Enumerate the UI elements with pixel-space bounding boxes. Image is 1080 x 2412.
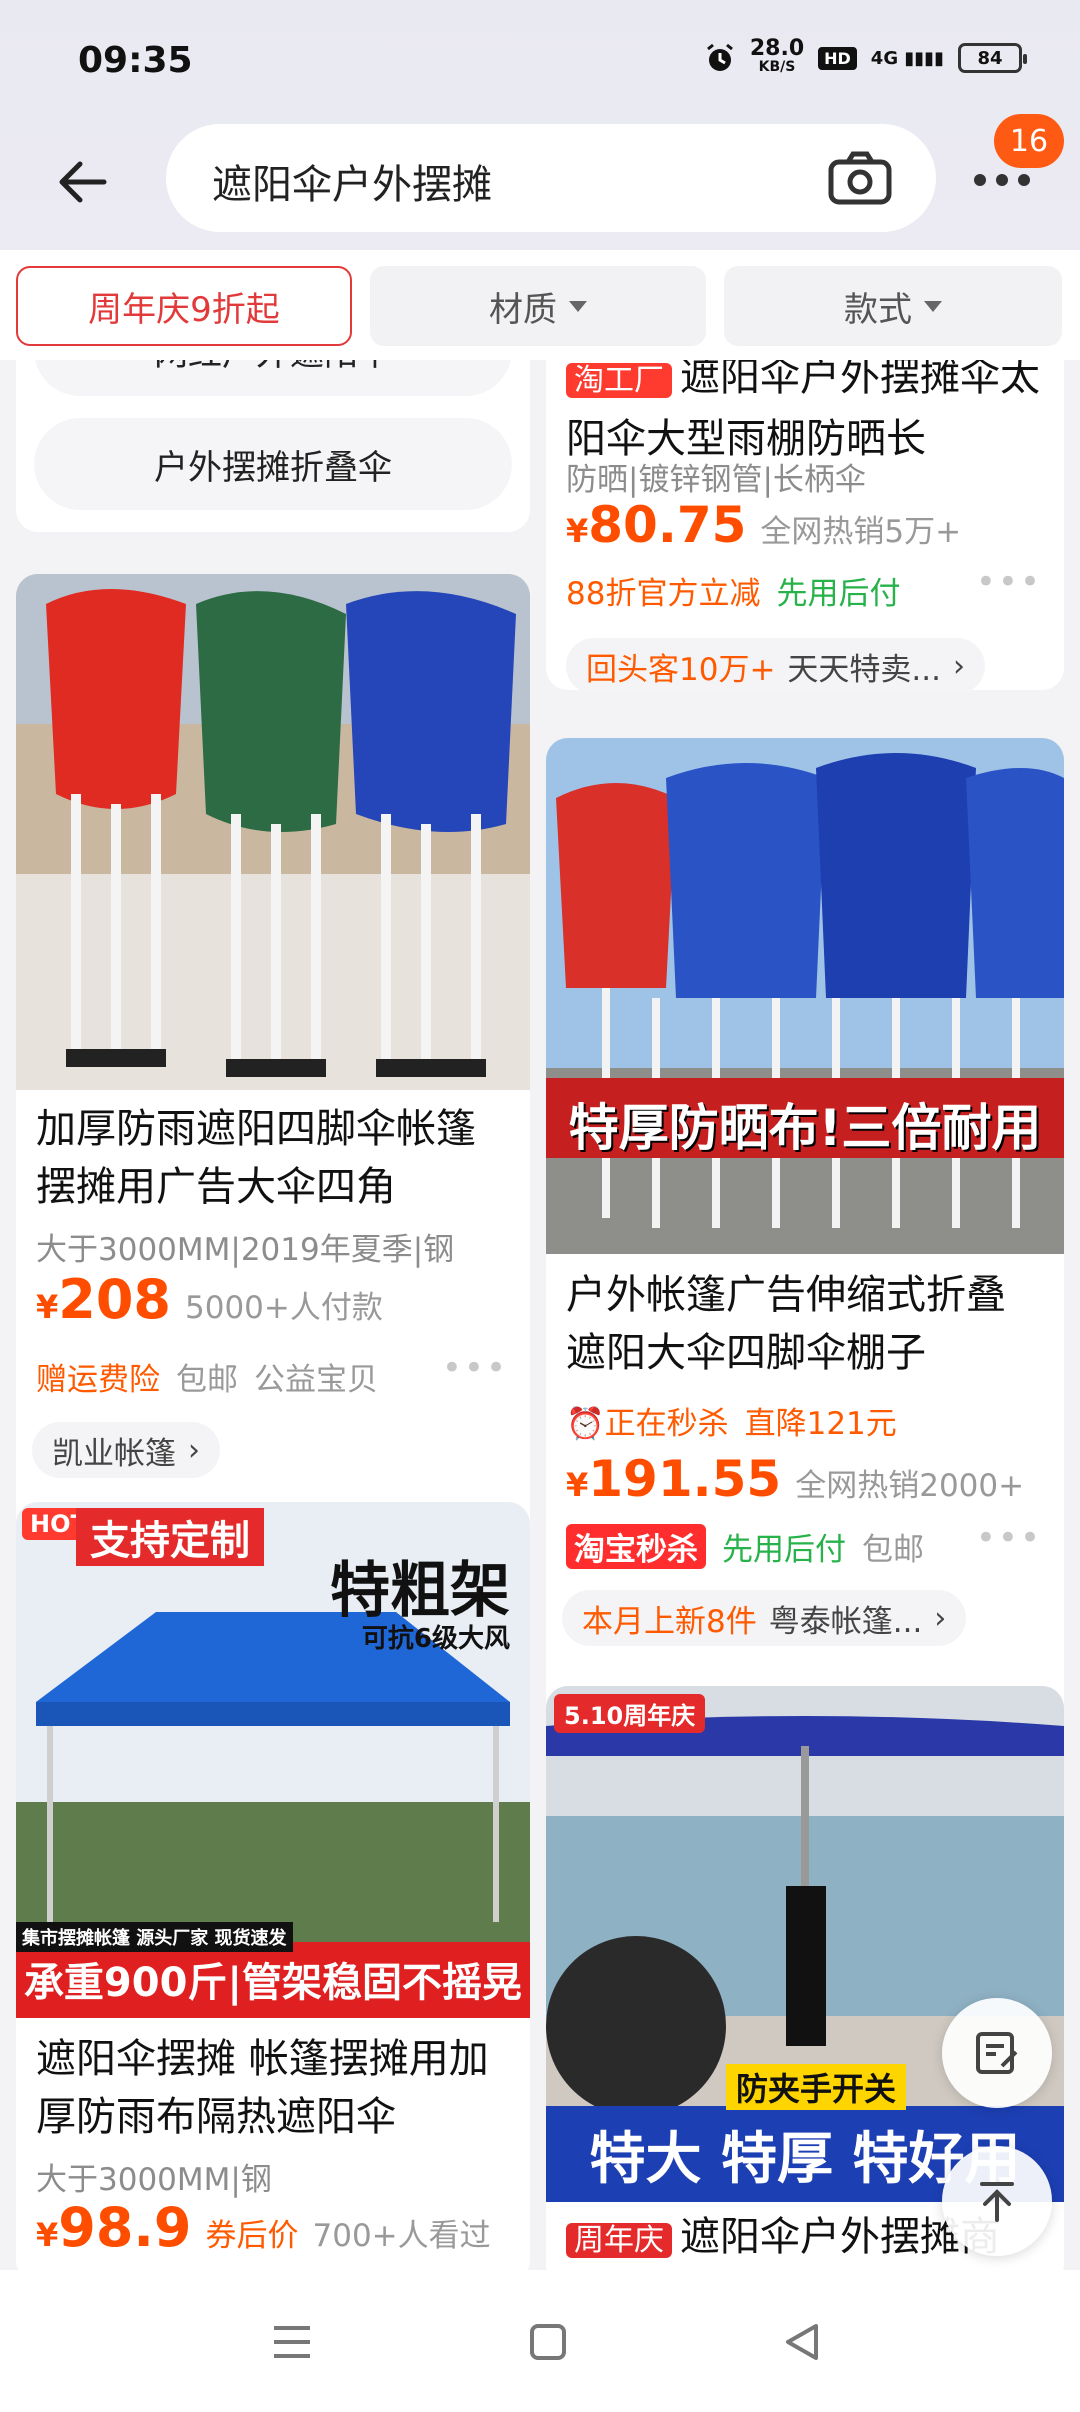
product-feed[interactable]: 网红户外遮阳伞 户外摆摊折叠伞 淘工厂遮阳伞户外摆摊伞太阳伞大型雨棚防晒长 防晒… <box>0 360 1080 2270</box>
price: ¥80.75 <box>566 496 747 554</box>
more-options-icon[interactable]: ••• <box>976 562 1042 602</box>
product-attributes: 防晒|镀锌钢管|长柄伞 <box>566 462 866 498</box>
product-title: 户外帐篷广告伸缩式折叠遮阳大伞四脚伞棚子 <box>566 1272 1006 1376</box>
status-icons: 28.0 KB/S HD 4G ▮▮▮▮ 84 <box>704 36 1027 76</box>
sales-count: 全网热销2000+ <box>795 1468 1025 1504</box>
filter-chip-style[interactable]: 款式 <box>724 266 1062 346</box>
shop-link[interactable]: 回头客10万+ 天天特卖... › <box>566 638 985 694</box>
camera-icon[interactable] <box>828 150 892 206</box>
chevron-right-icon: › <box>952 648 965 684</box>
suggestion-item[interactable]: 户外摆摊折叠伞 <box>34 418 512 510</box>
chevron-right-icon: › <box>188 1432 200 1468</box>
flash-sale-tag: 淘宝秒杀 <box>566 1524 706 1569</box>
image-banner: 特厚防晒布!三倍耐用 <box>568 1099 1042 1157</box>
flash-sale-row: ⏰正在秒杀 直降121元 <box>566 1398 1048 1443</box>
image-banner: 承重900斤|管架稳固不摇晃 <box>23 1960 523 2006</box>
sales-count: 5000+人付款 <box>185 1290 383 1326</box>
suggestion-card: 网红户外遮阳伞 户外摆摊折叠伞 <box>16 360 530 532</box>
caret-down-icon <box>924 300 942 312</box>
back-to-top-button[interactable] <box>942 2146 1052 2256</box>
signal-icon: 4G ▮▮▮▮ <box>870 47 944 69</box>
system-nav-bar <box>0 2270 1080 2412</box>
canopy-red <box>46 589 186 809</box>
coupon-label: 券后价 <box>205 2218 299 2254</box>
caret-down-icon <box>569 300 587 312</box>
back-triangle-icon <box>786 2324 818 2360</box>
sales-count: 全网热销5万+ <box>760 514 962 550</box>
view-count: 700+人看过 <box>312 2218 491 2254</box>
edit-note-icon <box>976 2032 1018 2074</box>
price-row: ¥98.9 券后价 700+人看过 <box>36 2196 514 2259</box>
filter-chip-material[interactable]: 材质 <box>370 266 706 346</box>
menu-button[interactable] <box>260 2310 324 2374</box>
filter-bar: 周年庆9折起 材质 款式 <box>0 250 1080 360</box>
search-input[interactable]: 遮阳伞户外摆摊 <box>166 124 936 232</box>
product-title: 淘工厂 遮阳伞户外摆摊伞太阳伞大型雨棚防晒长 <box>566 360 1040 462</box>
more-options-icon[interactable]: ••• <box>976 1518 1042 1558</box>
product-card[interactable]: 加厚防雨遮阳四脚伞帐篷摆摊用广告大伞四角 大于3000MM|2019年夏季|钢 … <box>16 574 530 1574</box>
image-headline: 特粗架 <box>330 1556 510 1626</box>
chevron-right-icon: › <box>934 1600 947 1636</box>
price: ¥98.9 <box>36 2196 192 2259</box>
notification-badge: 16 <box>994 114 1064 168</box>
product-title: 遮阳伞摆摊 帐篷摆摊用加厚防雨布隔热遮阳伞 <box>36 2036 489 2140</box>
home-square-icon <box>530 2324 566 2360</box>
title-tag: 周年庆 <box>566 2223 672 2258</box>
battery-icon: 84 <box>958 43 1027 73</box>
alarm-icon <box>706 43 733 71</box>
anniversary-corner: 5.10周年庆 <box>554 1694 706 1733</box>
back-button[interactable] <box>50 150 114 214</box>
price-row: ¥191.55 全网热销2000+ <box>566 1450 1048 1508</box>
product-image: 5.10周年庆 防夹手开关 特大 特厚 特好用 <box>546 1686 1064 2202</box>
status-time: 09:35 <box>78 40 193 81</box>
price-row: ¥208 5000+人付款 <box>36 1268 514 1331</box>
image-strip: 集市摆摊帐篷 源头厂家 现货速发 <box>16 1922 293 1952</box>
feedback-button[interactable] <box>942 1998 1052 2108</box>
alarm-clock-icon: ⏰正在秒杀 <box>566 1406 729 1442</box>
product-title: 加厚防雨遮阳四脚伞帐篷摆摊用广告大伞四角 <box>36 1106 476 1210</box>
back-nav-button[interactable] <box>770 2310 834 2374</box>
image-subheadline: 可抗6级大风 <box>361 1624 510 1654</box>
price: ¥208 <box>36 1268 171 1331</box>
shop-link[interactable]: 凯业帐篷 › <box>32 1422 220 1478</box>
suggestion-item[interactable]: 网红户外遮阳伞 <box>34 360 512 396</box>
back-arrow-icon <box>59 161 107 203</box>
product-image: 特厚防晒布!三倍耐用 <box>546 738 1064 1254</box>
product-image: HOT 支持定制 特粗架 可抗6级大风 集市摆摊帐篷 源头厂家 现货速发 承重9… <box>16 1502 530 2018</box>
home-button[interactable] <box>516 2310 580 2374</box>
price: ¥191.55 <box>566 1450 782 1508</box>
top-bar: 09:35 28.0 KB/S HD 4G ▮▮▮▮ 84 遮阳伞户外摆摊 16 <box>0 0 1080 250</box>
search-query: 遮阳伞户外摆摊 <box>212 162 492 208</box>
product-image <box>16 574 530 1090</box>
net-speed: 28.0 KB/S <box>749 36 805 76</box>
product-attributes: 大于3000MM|钢 <box>36 2162 272 2198</box>
arrow-up-icon <box>980 2182 1014 2222</box>
product-card[interactable]: HOT 支持定制 特粗架 可抗6级大风 集市摆摊帐篷 源头厂家 现货速发 承重9… <box>16 1502 530 2270</box>
custom-badge: 支持定制 <box>76 1508 264 1566</box>
title-tag: 淘工厂 <box>566 363 672 398</box>
product-attributes: 大于3000MM|2019年夏季|钢 <box>36 1232 455 1268</box>
menu-icon <box>274 2326 310 2358</box>
more-options-icon[interactable]: ••• <box>442 1348 508 1388</box>
shop-link[interactable]: 本月上新8件 粤泰帐篷... › <box>562 1590 967 1646</box>
price-row: ¥80.75 全网热销5万+ <box>566 496 1048 554</box>
hd-icon: HD <box>818 46 857 70</box>
filter-chip-promo[interactable]: 周年庆9折起 <box>16 266 352 346</box>
image-subheadline: 防夹手开关 <box>726 2064 907 2110</box>
